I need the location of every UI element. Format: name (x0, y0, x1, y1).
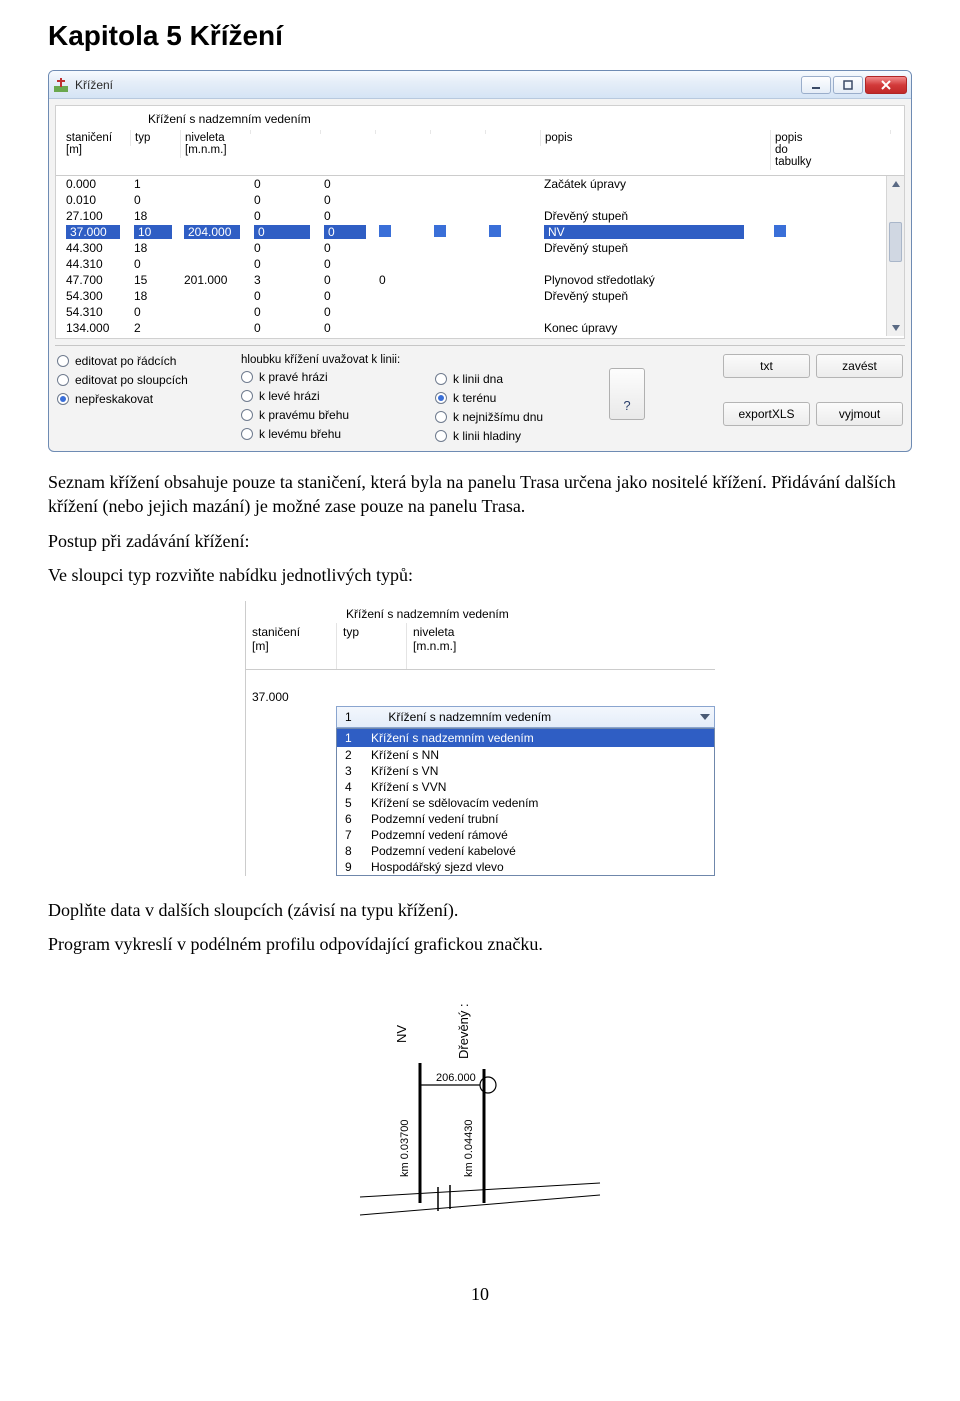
radio-option[interactable]: k levé hrázi (241, 389, 431, 403)
para-vykresli: Program vykreslí v podélném profilu odpo… (48, 932, 912, 956)
app-icon (53, 77, 69, 93)
radio-icon (435, 392, 447, 404)
dropdown-option[interactable]: 4Křížení s VVN (337, 779, 714, 795)
para-postup: Postup při zadávání křížení: (48, 529, 912, 553)
scroll-down-icon[interactable] (887, 320, 904, 336)
table-row[interactable]: 0.000100Začátek úpravy (56, 176, 904, 192)
window-krizeni: Křížení Křížení s nadzemním vedením stan… (48, 70, 912, 452)
mini-header: staničení [m] typ niveleta [m.n.m.] (246, 623, 715, 670)
radio-option[interactable]: k terénu (435, 391, 605, 405)
minimize-button[interactable] (801, 76, 831, 94)
table-row[interactable]: 27.1001800Dřevěný stupeň (56, 208, 904, 224)
page-number: 10 (48, 1284, 912, 1305)
table-row[interactable]: 44.3001800Dřevěný stupeň (56, 240, 904, 256)
km2-text: km 0.04430 (463, 1119, 475, 1176)
radio-icon (435, 411, 447, 423)
dropdown-option[interactable]: 9Hospodářský sjezd vlevo (337, 859, 714, 875)
titlebar: Křížení (49, 71, 911, 99)
txt-button[interactable]: txt (723, 354, 810, 378)
scroll-up-icon[interactable] (887, 176, 904, 192)
radio-icon (241, 390, 253, 402)
radio-option[interactable]: k linii dna (435, 372, 605, 386)
km1-text: km 0.03700 (399, 1119, 411, 1176)
radio-icon (57, 355, 69, 367)
window-title: Křížení (75, 78, 799, 92)
label-drev: Dřevěný : (456, 1003, 471, 1059)
table-row[interactable]: 54.310000 (56, 304, 904, 320)
mini-row: 37.000 (246, 688, 715, 706)
table-row[interactable]: 47.70015201.000300Plynovod středotlaký (56, 272, 904, 288)
table-row[interactable]: 44.310000 (56, 256, 904, 272)
table-row[interactable]: 0.010000 (56, 192, 904, 208)
col-popis-tab: popis do tabulky (770, 130, 890, 170)
table-row[interactable]: 134.000200Konec úpravy (56, 320, 904, 336)
dropdown-option[interactable]: 5Křížení se sdělovacím vedením (337, 795, 714, 811)
para-instruction: Ve sloupci typ rozviňte nabídku jednotli… (48, 563, 912, 587)
para-intro: Seznam křížení obsahuje pouze ta staniče… (48, 470, 912, 519)
table-row[interactable]: 37.00010204.00000NV (56, 224, 904, 240)
radio-option[interactable]: k nejnižšímu dnu (435, 410, 605, 424)
zavest-button[interactable]: zavést (816, 354, 903, 378)
radio-icon (241, 409, 253, 421)
action-buttons: txt zavést exportXLS vyjmout (723, 354, 903, 443)
scrollbar[interactable] (886, 176, 904, 336)
vyjmout-button[interactable]: vyjmout (816, 402, 903, 426)
scroll-thumb[interactable] (889, 222, 902, 262)
exportxls-button[interactable]: exportXLS (723, 402, 810, 426)
maximize-button[interactable] (833, 76, 863, 94)
mini-tab-title: Křížení s nadzemním vedením (246, 601, 715, 623)
radios-mid-head: hloubku křížení uvažovat k linii: (241, 354, 431, 366)
col-staniceni: staničení [m] (62, 130, 130, 158)
col-popis: popis (540, 130, 770, 146)
radio-option[interactable]: k levému břehu (241, 427, 431, 441)
dropdown-screenshot: Křížení s nadzemním vedením staničení [m… (245, 601, 715, 876)
radio-option[interactable]: editovat po řádcích (57, 354, 237, 368)
elev-text: 206.000 (436, 1072, 476, 1084)
radio-option[interactable]: k pravé hrázi (241, 370, 431, 384)
radio-option[interactable]: editovat po sloupcích (57, 373, 237, 387)
label-nv: NV (394, 1024, 409, 1042)
dropdown-selected[interactable]: 1Křížení s nadzemním vedením (337, 729, 714, 747)
radio-icon (57, 393, 69, 405)
radio-icon (241, 371, 253, 383)
profile-diagram: NV Dřevěný : 206.000 km 0.03700 km 0.044… (350, 973, 610, 1256)
radio-icon (241, 428, 253, 440)
chapter-heading: Kapitola 5 Křížení (48, 20, 912, 52)
radio-option[interactable]: nepřeskakovat (57, 392, 237, 406)
dropdown-option[interactable]: 6Podzemní vedení trubní (337, 811, 714, 827)
table-caption: Křížení s nadzemním vedením (56, 106, 904, 128)
radio-option[interactable]: k linii hladiny (435, 429, 605, 443)
radio-icon (435, 373, 447, 385)
dropdown-option[interactable]: 7Podzemní vedení rámové (337, 827, 714, 843)
controls-panel: editovat po řádcích editovat po sloupcích… (49, 348, 911, 451)
col-niveleta: niveleta [m.n.m.] (180, 130, 250, 158)
radio-option[interactable]: k pravému břehu (241, 408, 431, 422)
radio-icon (57, 374, 69, 386)
help-button[interactable]: ? (609, 368, 645, 420)
mini-stationing: 37.000 (246, 688, 336, 706)
chevron-down-icon (700, 714, 710, 720)
table-row[interactable]: 54.3001800Dřevěný stupeň (56, 288, 904, 304)
table-header: staničení [m] typ niveleta [m.n.m.] popi… (56, 128, 904, 176)
dropdown-option[interactable]: 3Křížení s VN (337, 763, 714, 779)
close-button[interactable] (865, 76, 907, 94)
table-body: 0.000100Začátek úpravy0.01000027.1001800… (56, 176, 904, 336)
type-dropdown[interactable]: 1Křížení s nadzemním vedením 2Křížení s … (336, 728, 715, 876)
col-typ: typ (130, 130, 180, 146)
combo-text: 1 Křížení s nadzemním vedením (345, 710, 551, 724)
type-combobox[interactable]: 1 Křížení s nadzemním vedením (336, 706, 715, 728)
radio-icon (435, 430, 447, 442)
dropdown-option[interactable]: 8Podzemní vedení kabelové (337, 843, 714, 859)
dropdown-option[interactable]: 2Křížení s NN (337, 747, 714, 763)
para-doplnte: Doplňte data v dalších sloupcích (závisí… (48, 898, 912, 922)
